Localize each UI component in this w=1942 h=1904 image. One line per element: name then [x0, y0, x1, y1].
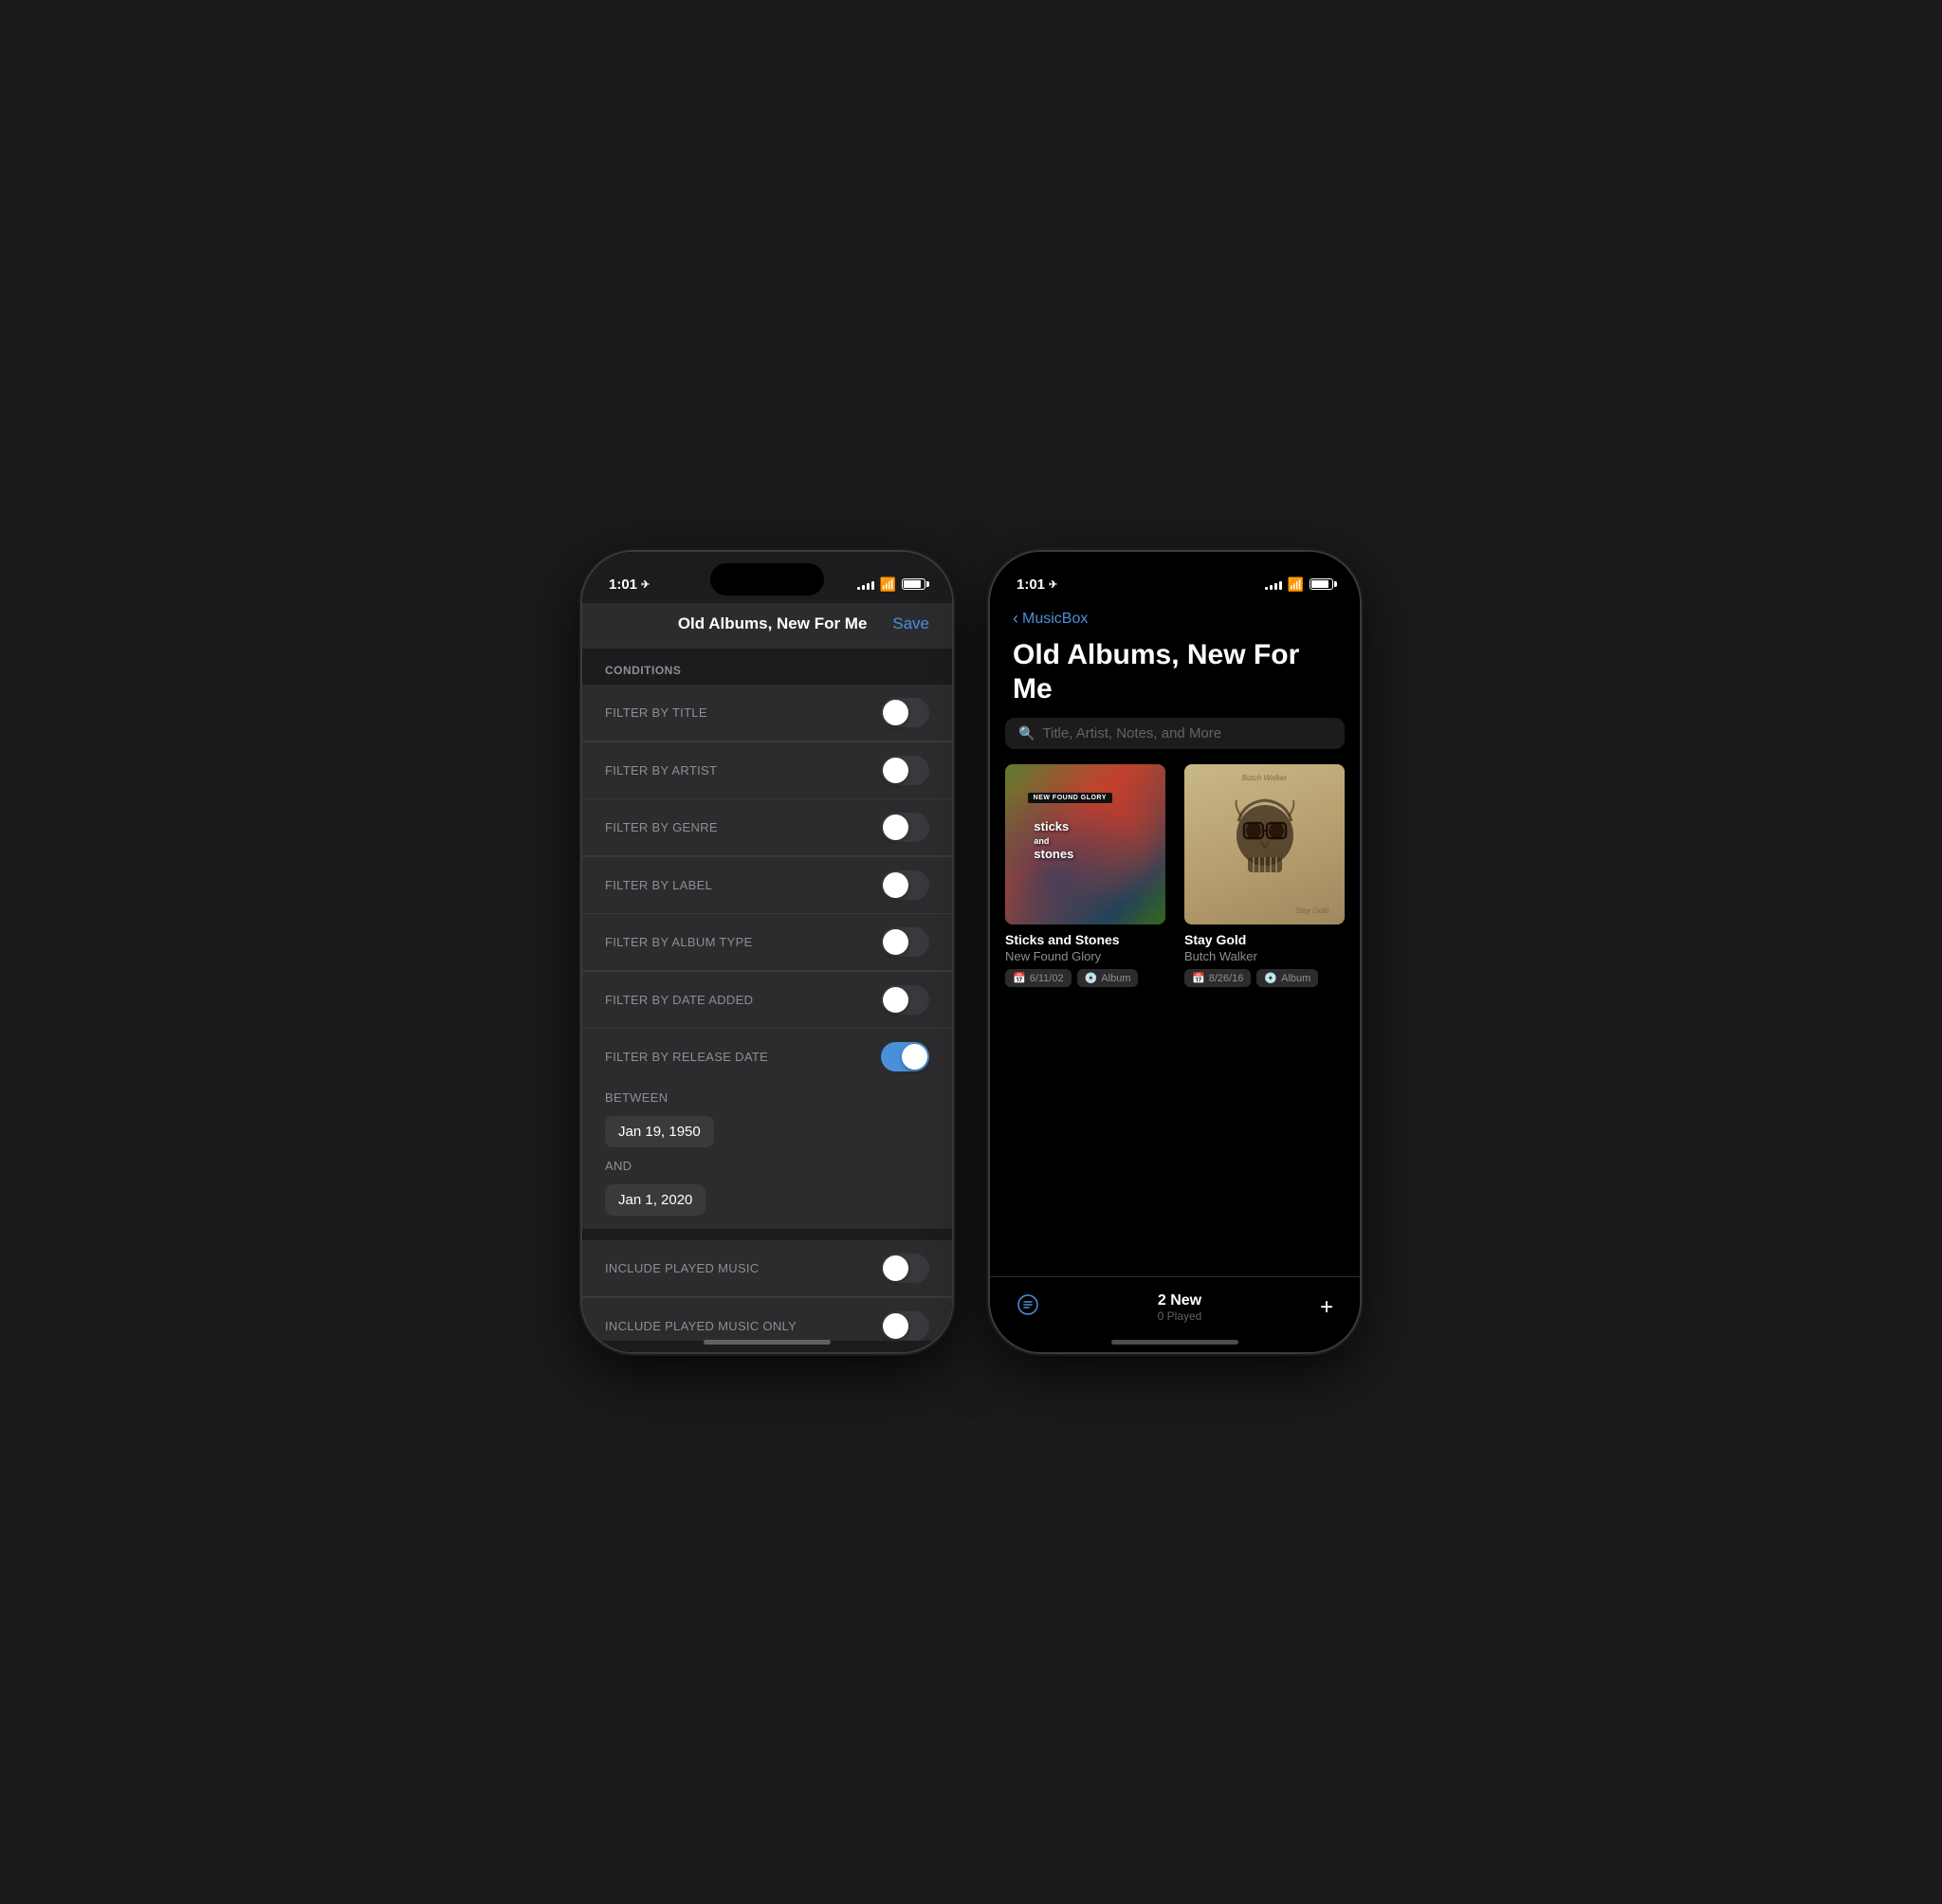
album-type-tag-nfg: 💿 Album	[1077, 969, 1139, 987]
album-date-tag-nfg: 📅 6/11/02	[1005, 969, 1072, 987]
album-artwork-stay-gold: Butch Walker Stay Gold	[1184, 764, 1345, 925]
albums-grid: NEW FOUND GLORY sticksandstones Sticks a…	[990, 764, 1360, 987]
toggle-row-artist: FILTER BY ARTIST	[582, 742, 952, 799]
date-to-picker[interactable]: Jan 1, 2020	[605, 1184, 705, 1216]
toggle-label-date-added: FILTER BY DATE ADDED	[605, 993, 753, 1007]
settings-title: Old Albums, New For Me	[652, 614, 892, 633]
settings-content: CONDITIONS FILTER BY TITLE FILTER BY ART…	[582, 649, 952, 1341]
toggle-row-album-type: FILTER BY ALBUM TYPE	[582, 914, 952, 971]
toggle-include-played[interactable]	[881, 1254, 929, 1283]
conditions-label: CONDITIONS	[582, 649, 952, 685]
album-tags-stay-gold: 📅 8/26/16 💿 Album	[1184, 969, 1345, 987]
location-icon-left: ✈	[641, 578, 650, 591]
settings-header: Old Albums, New For Me Save	[582, 603, 952, 649]
calendar-icon-nfg: 📅	[1013, 972, 1026, 984]
dynamic-island-right	[1118, 563, 1232, 595]
battery-icon-right	[1310, 578, 1333, 590]
calendar-icon-stay-gold: 📅	[1192, 972, 1205, 984]
album-type-icon-nfg: 💿	[1085, 972, 1098, 984]
search-bar[interactable]: 🔍 Title, Artist, Notes, and More	[1005, 718, 1345, 749]
page-title: Old Albums, New For Me	[990, 634, 1360, 718]
status-time-right: 1:01 ✈	[1017, 577, 1057, 593]
toggle-row-include-played: INCLUDE PLAYED MUSIC	[582, 1240, 952, 1297]
toggle-label-include-played-only: INCLUDE PLAYED MUSIC ONLY	[605, 1319, 797, 1333]
toggle-row-genre: FILTER BY GENRE	[582, 799, 952, 856]
back-chevron-icon: ‹	[1013, 609, 1018, 629]
toggle-label-artist: FILTER BY ARTIST	[605, 763, 717, 778]
music-screen: 1:01 ✈ 📶 ‹ MusicBox	[990, 552, 1360, 1352]
album-artist-stay-gold: Butch Walker	[1184, 949, 1345, 963]
toggle-filter-genre[interactable]	[881, 813, 929, 842]
date-range-section: BETWEEN Jan 19, 1950 AND Jan 1, 2020	[582, 1085, 952, 1229]
toggle-filter-date-added[interactable]	[881, 985, 929, 1015]
dynamic-island-left	[710, 563, 824, 595]
album-type-icon-stay-gold: 💿	[1264, 972, 1277, 984]
bottom-center-info: 2 New 0 Played	[1158, 1292, 1202, 1323]
home-indicator-right	[1111, 1340, 1238, 1345]
home-indicator-left	[704, 1340, 831, 1345]
and-label: AND	[582, 1153, 952, 1179]
back-button[interactable]: ‹ MusicBox	[1013, 609, 1088, 629]
status-time-left: 1:01 ✈	[609, 577, 650, 593]
battery-icon-left	[902, 578, 925, 590]
toggle-label-album-type: FILTER BY ALBUM TYPE	[605, 935, 753, 949]
search-placeholder: Title, Artist, Notes, and More	[1042, 725, 1221, 741]
list-icon[interactable]	[1017, 1293, 1039, 1322]
toggle-row-label: FILTER BY LABEL	[582, 857, 952, 914]
toggle-label-include-played: INCLUDE PLAYED MUSIC	[605, 1261, 760, 1275]
played-toggles-block: INCLUDE PLAYED MUSIC INCLUDE PLAYED MUSI…	[582, 1240, 952, 1341]
back-navigation: ‹ MusicBox	[990, 603, 1360, 634]
back-label: MusicBox	[1022, 611, 1088, 628]
toggle-label-genre: FILTER BY GENRE	[605, 820, 718, 834]
album-card-stay-gold[interactable]: Butch Walker Stay Gold Stay Gold Butch W…	[1184, 764, 1345, 987]
new-count: 2 New	[1158, 1292, 1202, 1309]
toggle-row-include-played-only: INCLUDE PLAYED MUSIC ONLY	[582, 1298, 952, 1342]
signal-bars-left	[857, 578, 874, 590]
album-tags-nfg: 📅 6/11/02 💿 Album	[1005, 969, 1165, 987]
status-icons-right: 📶	[1265, 577, 1333, 593]
toggle-include-played-only[interactable]	[881, 1311, 929, 1341]
toggle-label-title: FILTER BY TITLE	[605, 705, 707, 720]
phone-left: 1:01 ✈ 📶 Old Albums, New For Me Save	[582, 552, 952, 1352]
between-label: BETWEEN	[582, 1085, 952, 1110]
toggle-filter-title[interactable]	[881, 698, 929, 727]
toggle-label-label: FILTER BY LABEL	[605, 878, 712, 892]
played-count: 0 Played	[1158, 1309, 1202, 1323]
conditions-toggles-block: FILTER BY TITLE FILTER BY ARTIST FILTE	[582, 685, 952, 1085]
album-card-sticks-and-stones[interactable]: NEW FOUND GLORY sticksandstones Sticks a…	[1005, 764, 1165, 987]
album-date-tag-stay-gold: 📅 8/26/16	[1184, 969, 1251, 987]
status-icons-left: 📶	[857, 577, 925, 593]
toggle-row-date-added: FILTER BY DATE ADDED	[582, 972, 952, 1029]
toggle-filter-album-type[interactable]	[881, 927, 929, 957]
save-button[interactable]: Save	[892, 614, 929, 633]
album-artwork-nfg: NEW FOUND GLORY sticksandstones	[1005, 764, 1165, 925]
search-icon: 🔍	[1018, 725, 1035, 741]
toggle-row-release-date: FILTER BY RELEASE DATE	[582, 1029, 952, 1085]
add-button[interactable]: +	[1320, 1294, 1333, 1321]
toggle-filter-release-date[interactable]	[881, 1042, 929, 1071]
toggle-label-release-date: FILTER BY RELEASE DATE	[605, 1050, 768, 1064]
album-type-tag-stay-gold: 💿 Album	[1256, 969, 1318, 987]
location-icon-right: ✈	[1049, 578, 1057, 591]
album-artist-nfg: New Found Glory	[1005, 949, 1165, 963]
toggle-row-title: FILTER BY TITLE	[582, 685, 952, 741]
toggle-filter-artist[interactable]	[881, 756, 929, 785]
signal-bars-right	[1265, 578, 1282, 590]
toggle-filter-label[interactable]	[881, 870, 929, 900]
date-from-picker[interactable]: Jan 19, 1950	[605, 1116, 714, 1147]
album-title-stay-gold: Stay Gold	[1184, 932, 1345, 947]
wifi-icon-left: 📶	[880, 577, 896, 593]
wifi-icon-right: 📶	[1288, 577, 1304, 593]
album-title-nfg: Sticks and Stones	[1005, 932, 1165, 947]
phone-right: 1:01 ✈ 📶 ‹ MusicBox	[990, 552, 1360, 1352]
